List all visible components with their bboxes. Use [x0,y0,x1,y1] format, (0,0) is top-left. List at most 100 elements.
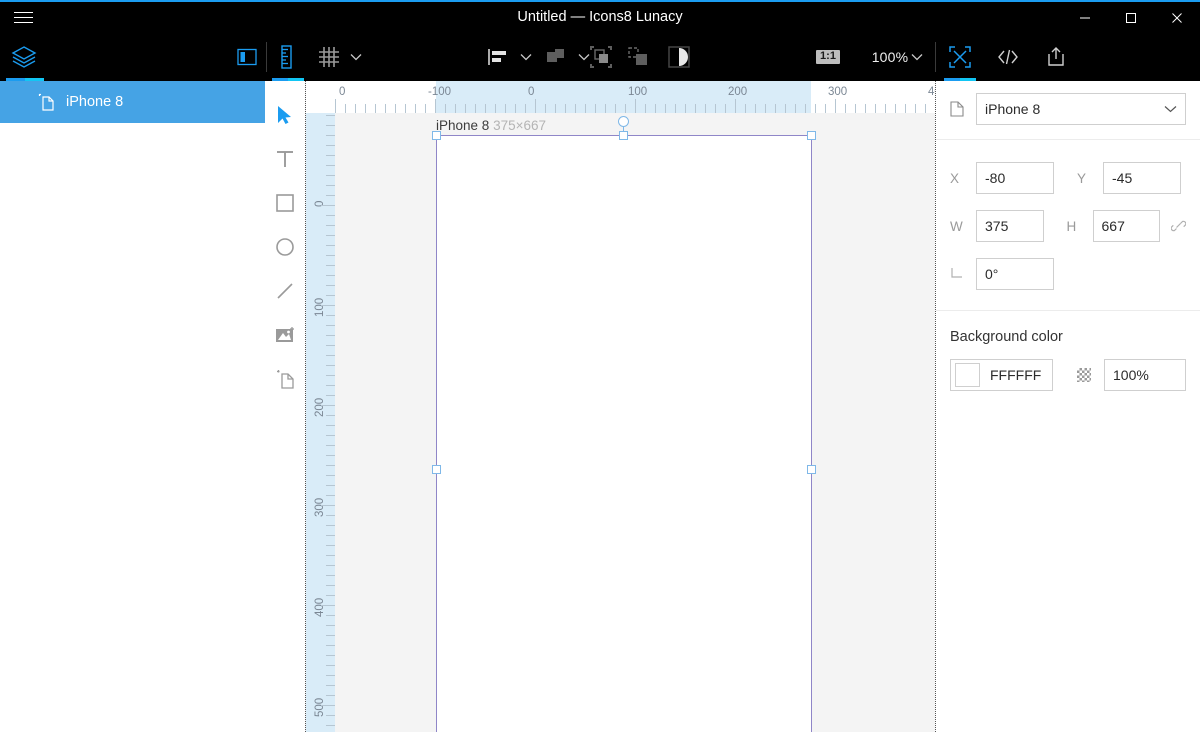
ellipse-tool[interactable] [265,225,305,269]
main-toolbar: 1:1 100% [0,33,1200,81]
selection-edge-left [436,135,437,732]
panel-toggle-icon[interactable] [228,33,266,81]
zoom-value-text: 100% [872,49,909,65]
image-tool[interactable] [265,313,305,357]
ruler-v-label-0: 0 [314,201,326,207]
ruler-v-label-2: 200 [314,398,326,417]
resize-handle-top-right[interactable] [807,131,816,140]
zoom-dropdown-caret[interactable] [906,33,928,81]
rectangle-tool[interactable] [265,181,305,225]
h-input[interactable]: 667 [1093,210,1161,242]
ruler-h-label-5: 300 [828,86,847,98]
ruler-v-label-3: 300 [314,498,326,517]
layer-item-label: iPhone 8 [66,94,123,110]
x-input[interactable]: -80 [976,162,1054,194]
horizontal-ruler[interactable]: 0 -100 0 100 200 300 40 [306,81,935,113]
rotation-input[interactable]: 0° [976,258,1054,290]
select-tool[interactable] [265,93,305,137]
ruler-h-label-1: -100 [428,86,451,98]
w-value: 375 [985,218,1008,234]
ruler-v-label-5: 500 [314,698,326,717]
grid-icon[interactable] [312,33,346,81]
artboard-tool[interactable] [265,357,305,401]
ruler-v-label-4: 400 [314,598,326,617]
title-bar: Untitled — Icons8 Lunacy [0,2,1200,33]
layers-icon[interactable] [0,33,48,81]
artboard-icon [38,93,55,111]
ruler-icon[interactable] [270,33,306,81]
layer-item-iphone-8[interactable]: iPhone 8 [0,81,265,123]
resize-handle-middle-left[interactable] [432,465,441,474]
union-icon[interactable] [623,33,655,81]
toolbar-divider-1 [266,42,267,72]
actual-size-button[interactable]: 1:1 [812,33,844,81]
inspector-panel: iPhone 8 X -80 Y -45 W 375 [935,81,1200,732]
artboard-preset-icon [950,101,976,117]
ruler-h-label-6: 40 [928,86,935,98]
geometry-section: X -80 Y -45 W 375 H 667 [936,140,1200,311]
line-tool[interactable] [265,269,305,313]
background-color-field[interactable]: FFFFFF [950,359,1053,391]
distribute-icon[interactable] [540,33,574,81]
text-tool[interactable] [265,137,305,181]
background-color-section: Background color FFFFFF 100% [936,311,1200,409]
h-value: 667 [1102,218,1125,234]
window-title: Untitled — Icons8 Lunacy [0,2,1200,33]
y-input[interactable]: -45 [1103,162,1181,194]
canvas-surface[interactable]: iPhone 8 375×667 [335,113,935,732]
y-label: Y [1077,171,1103,186]
code-icon[interactable] [990,33,1026,81]
background-hex-value: FFFFFF [990,367,1041,383]
artboard-preset-value: iPhone 8 [985,101,1040,117]
mask-icon[interactable] [662,33,696,81]
hamburger-icon[interactable] [0,2,46,33]
artboard-label[interactable]: iPhone 8 375×667 [436,118,546,133]
x-value: -80 [985,170,1005,186]
close-button[interactable] [1154,2,1200,33]
artboard-preset-select[interactable]: iPhone 8 [976,93,1186,125]
ruler-v-label-1: 100 [314,298,326,317]
ruler-h-label-4: 200 [728,86,747,98]
artboard-iphone-8[interactable] [436,135,811,732]
opacity-value: 100% [1113,367,1149,383]
ruler-h-label-3: 100 [628,86,647,98]
canvas-viewport[interactable]: 0 -100 0 100 200 300 40 0 100 200 300 40… [305,81,935,732]
ruler-h-label-0: 0 [339,86,345,98]
group-icon[interactable] [585,33,617,81]
w-input[interactable]: 375 [976,210,1044,242]
window-controls [1062,2,1200,33]
resize-handle-middle-right[interactable] [807,465,816,474]
fit-to-screen-icon[interactable] [942,33,978,81]
link-broken-icon[interactable] [1171,219,1186,233]
artboard-preset-section: iPhone 8 [936,81,1200,140]
h-label: H [1067,219,1093,234]
x-label: X [950,171,976,186]
opacity-input[interactable]: 100% [1104,359,1186,391]
ruler-h-label-2: 0 [528,86,534,98]
y-value: -45 [1112,170,1132,186]
resize-handle-top-center[interactable] [619,131,628,140]
maximize-button[interactable] [1108,2,1154,33]
grid-dropdown-caret[interactable] [346,33,366,81]
artboard-name: iPhone 8 [436,118,489,133]
export-icon[interactable] [1038,33,1074,81]
rotation-icon [950,266,976,283]
selection-edge-right [811,135,812,732]
align-left-icon[interactable] [482,33,516,81]
ratio-badge-label: 1:1 [816,50,840,64]
background-color-title: Background color [950,329,1186,345]
vertical-ruler[interactable]: 0 100 200 300 400 500 [306,113,335,732]
chevron-down-icon [1164,105,1177,113]
minimize-button[interactable] [1062,2,1108,33]
toolbar-divider-2 [935,42,936,72]
rotation-value: 0° [985,266,998,282]
w-label: W [950,219,976,234]
layers-panel: iPhone 8 [0,81,265,732]
tools-rail [265,81,305,732]
color-swatch[interactable] [955,363,980,387]
artboard-dimensions: 375×667 [493,118,546,133]
lunacy-window: Untitled — Icons8 Lunacy [0,0,1200,732]
align-dropdown-caret[interactable] [516,33,536,81]
opacity-checker-icon [1077,368,1091,382]
resize-handle-top-left[interactable] [432,131,441,140]
